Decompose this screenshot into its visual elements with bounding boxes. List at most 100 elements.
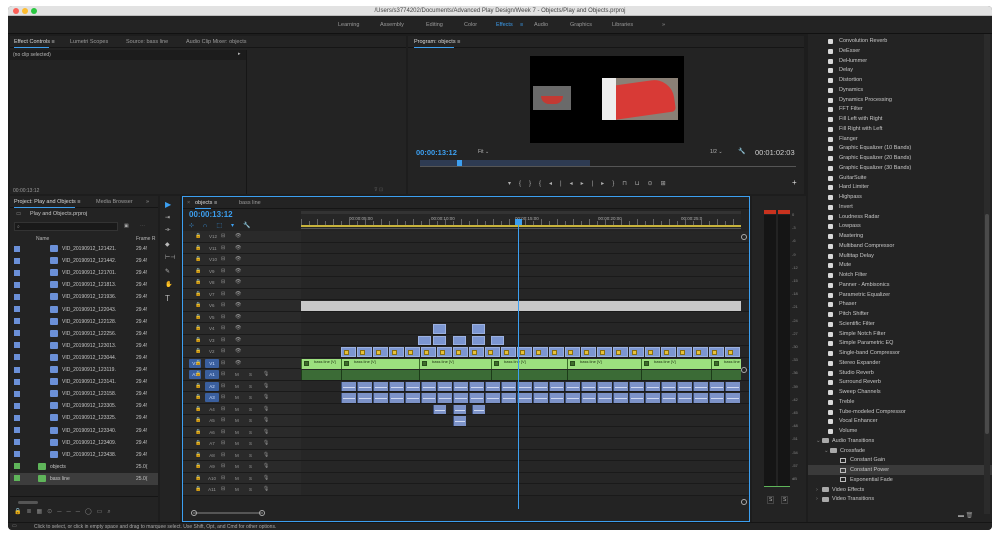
chevron-down-icon[interactable]: ⌄ (824, 448, 829, 454)
solo-left-button[interactable]: S (767, 496, 775, 504)
sync-lock-icon[interactable]: ⊟ (221, 406, 225, 412)
label-color-swatch[interactable] (14, 269, 20, 276)
audio-clip[interactable] (373, 381, 388, 391)
effect-item[interactable]: Fill Right with Left (808, 124, 992, 134)
audio-clip[interactable] (485, 381, 500, 391)
audio-clip[interactable] (485, 393, 500, 403)
workspace-libraries[interactable]: Libraries (612, 22, 633, 28)
lock-icon[interactable]: 🔒 (195, 417, 201, 423)
v2-clip[interactable] (341, 347, 356, 357)
v2-clip[interactable] (533, 347, 548, 357)
video-clip-block[interactable] (433, 324, 446, 334)
effect-item[interactable]: Multiband Compressor (808, 241, 992, 251)
sync-lock-icon[interactable]: ⊟ (221, 348, 225, 354)
sync-lock-icon[interactable]: ⊟ (221, 394, 225, 400)
video-clip-block[interactable] (433, 335, 446, 345)
audio-clip-small[interactable] (472, 404, 485, 414)
workspace-assembly[interactable]: Assembly (380, 22, 404, 28)
transition-item[interactable]: Constant Gain (808, 455, 992, 465)
v2-clip[interactable] (613, 347, 628, 357)
label-color-swatch[interactable] (14, 475, 20, 482)
work-area-bar[interactable] (301, 225, 741, 227)
mute-button[interactable]: M (235, 418, 239, 423)
track-select-tool-icon[interactable]: ⇥ (165, 214, 170, 221)
effect-item[interactable]: Loudness Radar (808, 212, 992, 222)
v2-clip[interactable] (357, 347, 372, 357)
audio-clip[interactable] (645, 393, 660, 403)
audio-clip-small[interactable] (453, 416, 466, 426)
eye-icon[interactable]: 👁 (235, 256, 241, 262)
project-search-input[interactable]: ⌕ (14, 222, 118, 231)
slip-tool-icon[interactable]: ⊢⊣ (165, 254, 175, 261)
effect-item[interactable]: Fill Left with Right (808, 114, 992, 124)
audio-clip[interactable] (597, 393, 612, 403)
audio-clip[interactable] (437, 381, 452, 391)
effect-item[interactable]: Delay (808, 65, 992, 75)
project-item[interactable]: VID_20190912_122256. 29.4! (10, 328, 158, 340)
project-item[interactable]: VID_20190912_121936. 29.4! (10, 291, 158, 303)
audio-clip[interactable] (469, 381, 484, 391)
column-frame-rate[interactable]: Frame R (136, 236, 155, 242)
lock-icon[interactable]: 🔒 (195, 463, 201, 469)
label-color-swatch[interactable] (14, 451, 20, 458)
video-effects-folder[interactable]: › Video Effects (808, 485, 992, 495)
filter-icon[interactable]: ⊽ ⊡ (374, 187, 383, 193)
effect-item[interactable]: Vocal Enhancer (808, 416, 992, 426)
solo-button[interactable]: S (249, 476, 252, 481)
solo-button[interactable]: S (249, 464, 252, 469)
effect-item[interactable]: Flanger (808, 134, 992, 144)
project-item[interactable]: VID_20190912_123438. 29.4! (10, 449, 158, 461)
transition-item[interactable]: Exponential Fade (808, 475, 992, 485)
lock-icon[interactable]: 🔒 (195, 383, 201, 389)
solo-button[interactable]: S (249, 430, 252, 435)
program-video-frame[interactable] (530, 56, 684, 143)
eye-icon[interactable]: 👁 (235, 245, 241, 251)
sync-lock-icon[interactable]: ⊟ (221, 302, 225, 308)
lock-icon[interactable]: 🔒 (195, 486, 201, 492)
tab-media-browser[interactable]: Media Browser (96, 199, 133, 205)
sync-lock-icon[interactable]: ⊟ (221, 279, 225, 285)
label-color-swatch[interactable] (14, 439, 20, 446)
lock-icon[interactable]: 🔒 (195, 314, 201, 320)
solo-button[interactable]: S (249, 487, 252, 492)
solo-button[interactable]: S (249, 418, 252, 423)
audio-clip[interactable] (629, 381, 644, 391)
audio-clip[interactable] (357, 393, 372, 403)
sync-lock-icon[interactable]: ⊟ (221, 452, 225, 458)
label-color-swatch[interactable] (14, 414, 20, 421)
project-item[interactable]: VID_20190912_121421. 29.4! (10, 243, 158, 255)
v1-clip[interactable]: bass line [V] (341, 358, 419, 369)
a-scroll-bottom-handle[interactable] (741, 499, 747, 505)
effect-item[interactable]: Multitap Delay (808, 251, 992, 261)
audio-clip[interactable] (405, 381, 420, 391)
chevron-right-icon[interactable]: › (816, 496, 818, 502)
a-scroll-top-handle[interactable] (741, 367, 747, 373)
v2-clip[interactable] (389, 347, 404, 357)
mute-button[interactable]: M (235, 476, 239, 481)
audio-clip[interactable] (581, 381, 596, 391)
label-color-swatch[interactable] (14, 366, 20, 373)
audio-clip[interactable] (597, 381, 612, 391)
audio-clip[interactable] (677, 393, 692, 403)
lock-icon[interactable]: 🔒 (195, 394, 201, 400)
lock-icon[interactable]: 🔒 (195, 452, 201, 458)
audio-clip[interactable] (341, 381, 356, 391)
audio-clip[interactable] (549, 381, 564, 391)
wrench-icon[interactable]: 🔧 (738, 148, 745, 155)
mute-button[interactable]: M (235, 453, 239, 458)
effect-item[interactable]: GuitarSuite (808, 173, 992, 183)
mute-button[interactable]: M (235, 487, 239, 492)
project-item[interactable]: objects 25.0( (10, 461, 158, 473)
label-color-swatch[interactable] (14, 281, 20, 288)
audio-clip[interactable] (517, 381, 532, 391)
mute-button[interactable]: M (235, 430, 239, 435)
video-clip-block[interactable] (472, 335, 485, 345)
audio-clip[interactable] (389, 381, 404, 391)
tab-objects[interactable]: objects ≡ (195, 200, 217, 209)
effect-item[interactable]: Graphic Equalizer (20 Bands) (808, 153, 992, 163)
solo-button[interactable]: S (249, 395, 252, 400)
audio-clip[interactable] (693, 381, 708, 391)
sync-lock-icon[interactable]: ⊟ (221, 463, 225, 469)
lock-icon[interactable]: 🔒 (195, 245, 201, 251)
video-transitions-folder[interactable]: › Video Transitions (808, 494, 992, 504)
